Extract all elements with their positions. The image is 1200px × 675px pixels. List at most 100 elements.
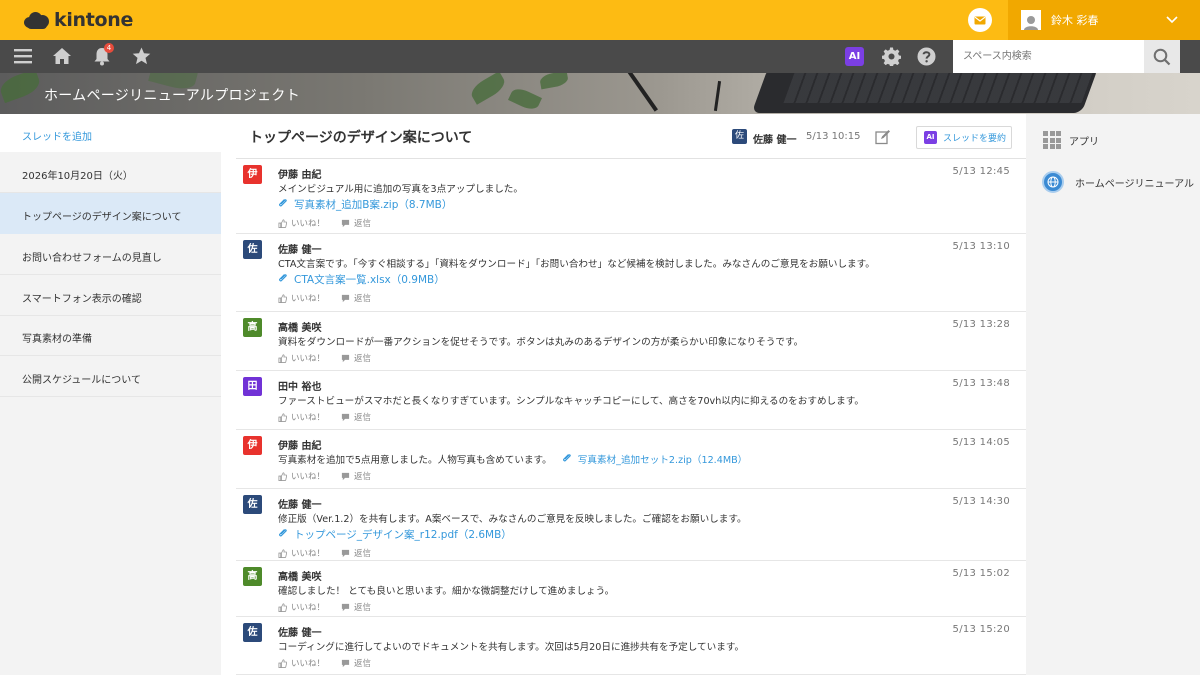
thread-author-name[interactable]: 佐藤 健一 [753, 131, 796, 146]
notification-count-badge: 4 [104, 43, 114, 53]
space-banner: ホームページリニューアルプロジェクト [0, 73, 1200, 114]
space-search-input[interactable] [963, 40, 1143, 73]
post-timestamp: 5/13 14:30 [952, 496, 1010, 507]
post-item: 伊 伊藤 由紀 5/13 14:05 写真素材を追加で5点用意しました。人物写真も含め… [236, 430, 1026, 489]
reply-button[interactable]: 返信 [341, 470, 371, 482]
reply-button[interactable]: 返信 [341, 352, 371, 364]
sidebar-thread-item[interactable]: 写真素材の準備 [0, 315, 221, 356]
home-button[interactable] [51, 45, 73, 67]
thumbs-up-icon [278, 353, 287, 363]
post-attachment-link[interactable]: トップページ_デザイン案_r12.pdf（2.6MB） [278, 527, 512, 542]
post-actions: いいね！ 返信 [278, 547, 387, 559]
apps-panel [1026, 114, 1200, 675]
post-text: 写真素材を追加で5点用意しました。人物写真も含めています。 [278, 455, 552, 466]
like-button[interactable]: いいね！ [278, 547, 325, 559]
thread-title: トップページのデザイン案について [249, 130, 473, 146]
summarize-label: スレッドを要約 [943, 134, 1007, 144]
reply-button[interactable]: 返信 [341, 657, 371, 669]
thumbs-up-icon [278, 548, 287, 558]
reply-button[interactable]: 返信 [341, 411, 371, 423]
gear-icon [881, 46, 901, 66]
post-timestamp: 5/13 13:48 [952, 378, 1010, 389]
post-author-name[interactable]: 田中 裕也 [278, 378, 321, 393]
thumbs-up-icon [278, 218, 287, 228]
edit-icon [875, 130, 890, 145]
attachment-icon [279, 274, 287, 282]
post-item: 佐 佐藤 健一 5/13 14:30 修正版（Ver.1.2）を共有します。A案ベース… [236, 489, 1026, 561]
post-attachment-link[interactable]: CTA文言案一覧.xlsx（0.9MB） [278, 272, 445, 287]
reply-label: 返信 [354, 219, 372, 229]
post-author-name[interactable]: 伊藤 由紀 [278, 166, 321, 181]
post-body: ファーストビューがスマホだと長くなりすぎています。シンプルなキャッチコピーにして… [278, 393, 864, 407]
user-avatar [1021, 10, 1041, 30]
post-body: 確認しました！ とても良いと思います。細かな微調整だけして進めましょう。 [278, 583, 614, 597]
reply-button[interactable]: 返信 [341, 547, 371, 559]
menu-button[interactable] [12, 45, 34, 67]
sidebar-thread-item-active[interactable]: トップページのデザイン案について [0, 193, 221, 234]
favorites-button[interactable] [130, 45, 152, 67]
kintone-logo[interactable]: kintone [24, 9, 133, 31]
post-actions: いいね！ 返信 [278, 292, 387, 304]
user-menu[interactable]: 鈴木 彩春 [1008, 0, 1200, 40]
star-icon [132, 47, 150, 65]
post-author-name[interactable]: 伊藤 由紀 [278, 437, 321, 452]
comment-icon [341, 354, 350, 362]
post-author-name[interactable]: 高橋 美咲 [278, 319, 321, 334]
comment-icon [341, 294, 350, 302]
attachment-name: トップページ_デザイン案_r12.pdf（2.6MB） [294, 529, 512, 541]
add-thread-link[interactable]: スレッドを追加 [0, 114, 221, 152]
like-button[interactable]: いいね！ [278, 601, 325, 613]
post-author-avatar: 伊 [243, 165, 262, 184]
like-label: いいね！ [291, 219, 326, 229]
thumbs-up-icon [278, 602, 287, 612]
like-button[interactable]: いいね！ [278, 411, 325, 423]
reply-button[interactable]: 返信 [341, 601, 371, 613]
post-author-name[interactable]: 佐藤 健一 [278, 624, 321, 639]
like-button[interactable]: いいね！ [278, 470, 325, 482]
sidebar-thread-item[interactable]: 2026年10月20日（火） [0, 152, 221, 193]
like-button[interactable]: いいね！ [278, 657, 325, 669]
help-button[interactable] [915, 45, 937, 67]
post-actions: いいね！ 返信 [278, 411, 387, 423]
space-title: ホームページリニューアルプロジェクト [44, 88, 300, 104]
search-button[interactable] [1144, 40, 1180, 73]
attachment-name: CTA文言案一覧.xlsx（0.9MB） [294, 274, 445, 286]
banner-pen [626, 73, 658, 112]
summarize-thread-button[interactable]: AI スレッドを要約 [916, 126, 1012, 149]
post-attachment-link[interactable]: 写真素材_追加B案.zip（8.7MB） [278, 197, 452, 212]
banner-leaf [0, 73, 43, 104]
post-item: 高 高橋 美咲 5/13 15:02 確認しました！ とても良いと思います。細かな微調… [236, 561, 1026, 617]
settings-button[interactable] [880, 45, 902, 67]
post-author-name[interactable]: 佐藤 健一 [278, 241, 321, 256]
search-icon [1153, 48, 1171, 65]
post-author-name[interactable]: 佐藤 健一 [278, 496, 321, 511]
sidebar-thread-item[interactable]: スマートフォン表示の確認 [0, 275, 221, 316]
reply-button[interactable]: 返信 [341, 217, 371, 229]
post-author-avatar: 田 [243, 377, 262, 396]
thumbs-up-icon [278, 293, 287, 303]
like-button[interactable]: いいね！ [278, 352, 325, 364]
like-button[interactable]: いいね！ [278, 292, 325, 304]
person-icon [1024, 16, 1038, 30]
notification-mail-button[interactable] [968, 8, 992, 32]
space-search-field[interactable] [953, 40, 1144, 73]
post-author-name[interactable]: 高橋 美咲 [278, 568, 321, 583]
reply-label: 返信 [354, 354, 372, 364]
attachment-name: 写真素材_追加セット2.zip（12.4MB） [577, 455, 748, 466]
edit-thread-button[interactable] [875, 129, 891, 145]
post-body: 修正版（Ver.1.2）を共有します。A案ベースで、みなさんのご意見を反映しまし… [278, 511, 747, 525]
reply-button[interactable]: 返信 [341, 292, 371, 304]
sidebar-thread-item[interactable]: お問い合わせフォームの見直し [0, 234, 221, 275]
sidebar-thread-item[interactable]: 公開スケジュールについて [0, 356, 221, 397]
ai-button[interactable]: AI [845, 47, 864, 66]
like-button[interactable]: いいね！ [278, 217, 325, 229]
comment-icon [341, 659, 350, 667]
post-text: コーディングに進行してよいのでドキュメントを共有します。次回は5月20日に進捗共… [278, 642, 745, 653]
comment-icon [341, 549, 350, 557]
app-link[interactable]: ホームページリニューアル [1042, 171, 1194, 193]
post-attachment-link[interactable]: 写真素材_追加セット2.zip（12.4MB） [562, 454, 748, 466]
like-label: いいね！ [291, 549, 326, 559]
post-body: 資料をダウンロードが一番アクションを促せそうです。ボタンは丸みのあるデザインの方… [278, 334, 803, 348]
reply-label: 返信 [354, 294, 372, 304]
post-text: 修正版（Ver.1.2）を共有します。A案ベースで、みなさんのご意見を反映しまし… [278, 514, 747, 525]
